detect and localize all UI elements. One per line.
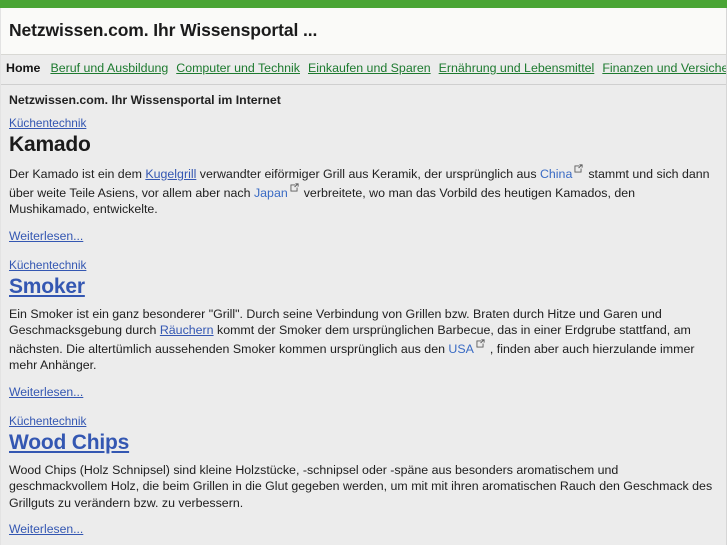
external-link[interactable]: Japan [254,186,288,200]
nav-link-beruf-und-ausbildung[interactable]: Beruf und Ausbildung [50,61,168,75]
article-body: Der Kamado ist ein dem Kugelgrill verwan… [9,164,717,218]
nav-item: Beruf und Ausbildung [50,61,176,75]
site-title: Netzwissen.com. Ihr Wissensportal ... [9,20,318,40]
site-header: Netzwissen.com. Ihr Wissensportal ... [0,8,727,55]
article-title[interactable]: Smoker [9,275,717,299]
nav-link-finanzen-und-versicherungen[interactable]: Finanzen und Versicherungen [602,61,727,75]
article-title: Kamado [9,133,91,156]
external-link[interactable]: USA [448,342,473,356]
external-link-icon [574,164,583,173]
site-tagline: Netzwissen.com. Ihr Wissensportal im Int… [9,93,281,107]
article-body: Wood Chips (Holz Schnipsel) sind kleine … [9,462,717,512]
article-body: Ein Smoker ist ein ganz besonderer "Gril… [9,306,717,374]
article: Küchentechnik Smoker Ein Smoker ist ein ga… [9,256,717,408]
article: Küchentechnik Wood Chips Wood Chips (Holz … [9,412,717,545]
main-navigation: Home Beruf und Ausbildung Computer und Tec… [0,55,727,85]
nav-list: Home Beruf und Ausbildung Computer und Tec… [6,60,727,80]
article-category-link[interactable]: Küchentechnik [9,258,86,272]
external-link-icon [290,183,299,192]
page-left-border [0,8,1,545]
top-accent-bar [0,0,727,8]
external-link-icon [476,339,485,348]
read-more-link[interactable]: Weiterlesen... [9,385,83,399]
inline-link[interactable]: Räuchern [160,323,214,337]
read-more-link[interactable]: Weiterlesen... [9,522,83,536]
nav-item: Computer und Technik [176,61,308,75]
inline-link[interactable]: Kugelgrill [145,167,196,181]
read-more-link[interactable]: Weiterlesen... [9,229,83,243]
article: Küchentechnik Kamado Der Kamado ist ein de… [9,114,717,252]
nav-item: Ernährung und Lebensmittel [439,61,603,75]
external-link[interactable]: China [540,167,572,181]
body-text: Der Kamado ist ein dem [9,167,146,182]
article-category-link[interactable]: Küchentechnik [9,116,86,130]
page-root: Netzwissen.com. Ihr Wissensportal ... Ho… [0,0,727,545]
main-content: Netzwissen.com. Ihr Wissensportal im Int… [0,85,727,545]
nav-item: Home [6,61,50,75]
article-list: Küchentechnik Kamado Der Kamado ist ein de… [9,114,717,545]
body-text: verwandter eiförmiger Grill aus Keramik,… [196,167,540,182]
nav-link-einkaufen-und-sparen[interactable]: Einkaufen und Sparen [308,61,431,75]
nav-item: Finanzen und Versicherungen [602,61,727,75]
article-category-link[interactable]: Küchentechnik [9,414,86,428]
nav-link-ernährung-und-lebensmittel[interactable]: Ernährung und Lebensmittel [439,61,595,75]
article-title[interactable]: Wood Chips [9,431,717,455]
nav-item: Einkaufen und Sparen [308,61,439,75]
nav-link-computer-und-technik[interactable]: Computer und Technik [176,61,300,75]
body-text: Wood Chips (Holz Schnipsel) sind kleine … [9,462,713,510]
nav-link-home[interactable]: Home [6,61,40,75]
